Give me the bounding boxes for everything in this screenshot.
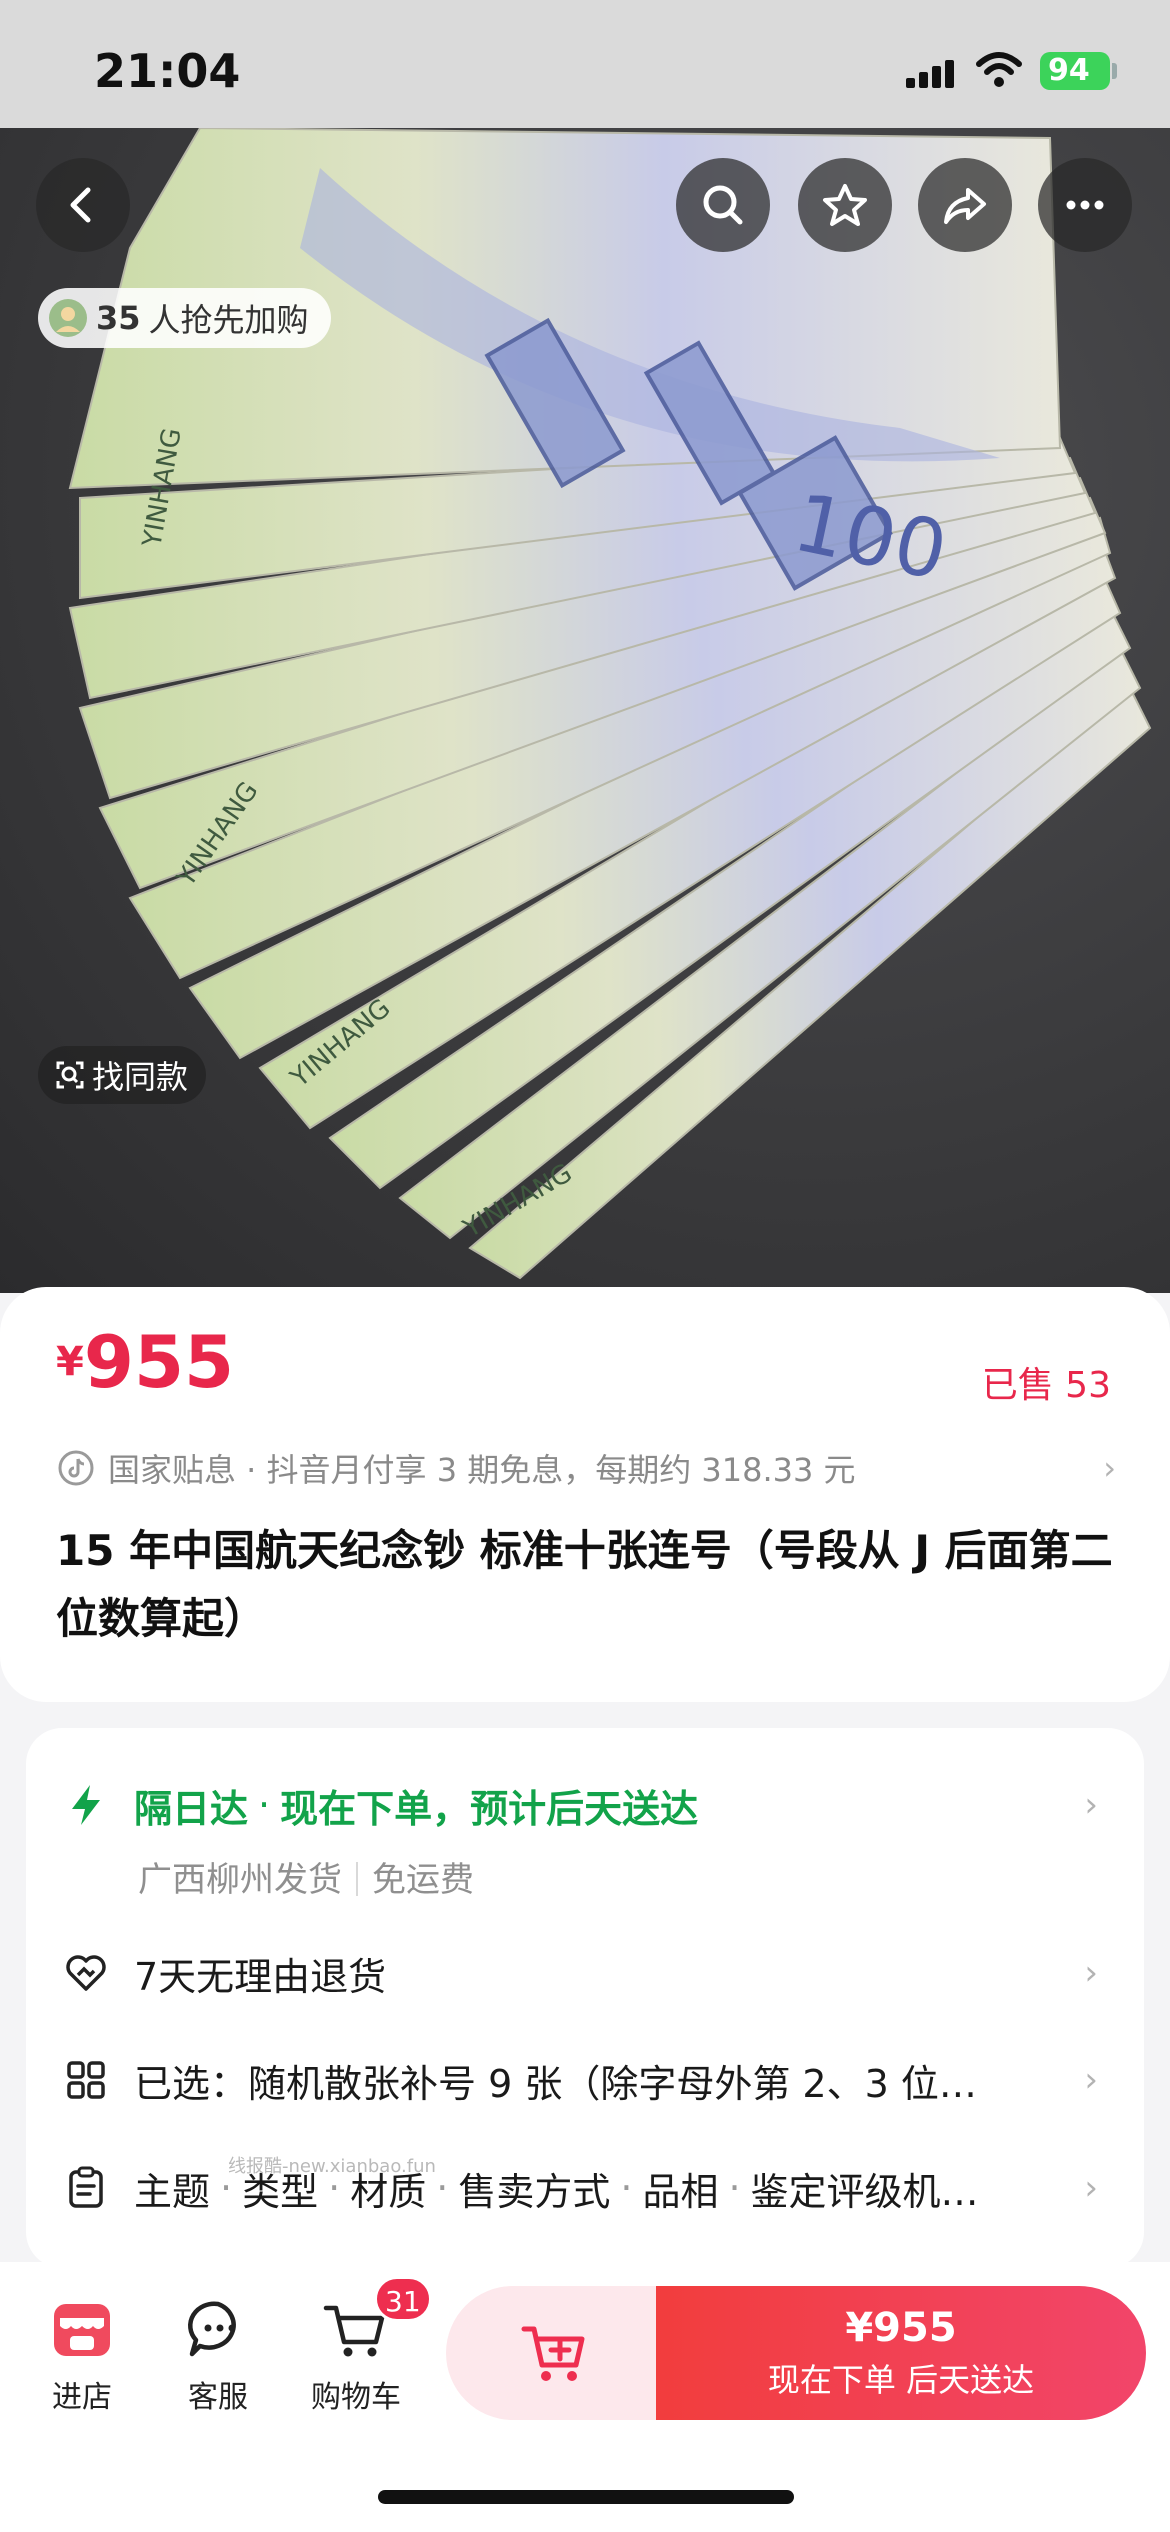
attribute-3: 售卖方式 — [458, 2169, 611, 2214]
attribute-4: 品相 — [642, 2169, 719, 2214]
sold-count: 已售 53 — [981, 1365, 1111, 1406]
cart-label: 购物车 — [311, 2380, 401, 2415]
back-arrow-icon — [70, 187, 91, 223]
divider — [356, 1862, 358, 1896]
returns-row[interactable]: 7天无理由退货 › — [26, 1948, 1144, 1999]
store-icon — [54, 2304, 110, 2356]
price-value: 955 — [83, 1320, 235, 1404]
more-dots-icon — [1066, 200, 1104, 210]
home-indicator — [378, 2490, 794, 2504]
attribute-0: 主题 — [134, 2169, 211, 2214]
status-time: 21:04 — [94, 44, 241, 98]
separator-dot: · — [620, 2166, 633, 2210]
cart-count-badge: 31 — [374, 2276, 432, 2322]
add-to-cart-button[interactable] — [446, 2286, 666, 2420]
store-tab[interactable]: 进店 — [22, 2296, 142, 2416]
find-same-button[interactable]: 找同款 — [38, 1046, 207, 1104]
buy-subtitle: 现在下单 后天送达 — [767, 2361, 1035, 2399]
share-button[interactable] — [918, 158, 1012, 252]
star-icon — [823, 184, 867, 226]
product-title: 15 年中国航天纪念钞 标准十张连号（号段从 J 后面第二位数算起） — [56, 1526, 1113, 1643]
buy-now-button[interactable]: ¥955 现在下单 后天送达 — [656, 2286, 1146, 2420]
shipping-fee: 免运费 — [372, 1860, 474, 1900]
attributes-row[interactable]: 主题 · 类型 · 材质 · 售卖方式 · 品相 · 鉴定评级机… › — [26, 2163, 1144, 2214]
product-price: ¥955 — [56, 1320, 234, 1404]
chat-headset-icon — [188, 2301, 236, 2357]
installment-promo-row[interactable]: 国家贴息 · 抖音月付享 3 期免息，每期约 318.33 元 › — [56, 1445, 1116, 1491]
currency-symbol: ¥ — [56, 1339, 84, 1385]
search-button[interactable] — [676, 158, 770, 252]
shipping-info: 广西柳州发货 免运费 — [138, 1852, 474, 1901]
ship-from: 广西柳州发货 — [138, 1860, 342, 1900]
status-bar: 21:04 94 — [0, 0, 1170, 128]
separator-dot: · — [258, 1783, 271, 1827]
service-label: 客服 — [188, 2380, 248, 2415]
battery-tip — [1112, 63, 1117, 79]
battery-icon: 94 — [1040, 52, 1110, 90]
chevron-right-icon: › — [1084, 1953, 1098, 1993]
separator-dot: · — [436, 2166, 449, 2210]
lightning-icon — [64, 1783, 108, 1827]
watermark: 线报酷-new.xianbao.fun — [228, 2156, 436, 2177]
chevron-right-icon: › — [1084, 2060, 1098, 2100]
promo-text: 国家贴息 · 抖音月付享 3 期免息，每期约 318.33 元 — [108, 1451, 856, 1489]
chevron-right-icon: › — [1084, 2168, 1098, 2208]
return-heart-icon — [64, 1951, 108, 1995]
battery-level: 94 — [1048, 53, 1090, 88]
user-avatar-icon — [49, 299, 87, 337]
spec-select-row[interactable]: 已选：随机散张补号 9 张（除字母外第 2、3 位… › — [26, 2055, 1144, 2106]
wifi-icon — [976, 52, 1022, 87]
delivery-text: 现在下单，预计后天送达 — [280, 1786, 699, 1831]
share-icon — [944, 188, 986, 224]
more-button[interactable] — [1038, 158, 1132, 252]
delivery-row[interactable]: 隔日达 · 现在下单，预计后天送达 › — [26, 1780, 1144, 1831]
find-same-label: 找同款 — [92, 1058, 189, 1096]
customer-service-tab[interactable]: 客服 — [158, 2296, 278, 2416]
add-cart-icon — [521, 2326, 585, 2381]
chevron-right-icon: › — [1103, 1449, 1116, 1487]
attribute-5: 鉴定评级机… — [750, 2169, 979, 2214]
cellular-signal-icon — [906, 58, 958, 88]
product-image[interactable]: 100 YINHANG YINHANG YINHANG YINHANG 35 人… — [0, 128, 1170, 1293]
preorder-badge: 35 人抢先加购 — [38, 288, 331, 348]
clipboard-icon — [64, 2166, 108, 2210]
back-button[interactable] — [36, 158, 130, 252]
separator-dot: · — [728, 2166, 741, 2210]
selected-spec: 已选：随机散张补号 9 张（除字母外第 2、3 位… — [134, 2061, 977, 2106]
delivery-label: 隔日达 — [134, 1786, 249, 1831]
chevron-right-icon: › — [1084, 1785, 1098, 1825]
favorite-button[interactable] — [798, 158, 892, 252]
grid-icon — [64, 2058, 108, 2102]
douyin-pay-icon — [58, 1450, 94, 1486]
image-search-icon — [56, 1061, 84, 1089]
returns-label: 7天无理由退货 — [134, 1954, 387, 1999]
store-label: 进店 — [52, 2380, 112, 2415]
preorder-text: 人抢先加购 — [148, 301, 309, 339]
buy-price: ¥955 — [845, 2305, 957, 2351]
preorder-count: 35 — [96, 299, 141, 337]
search-icon — [703, 185, 743, 225]
